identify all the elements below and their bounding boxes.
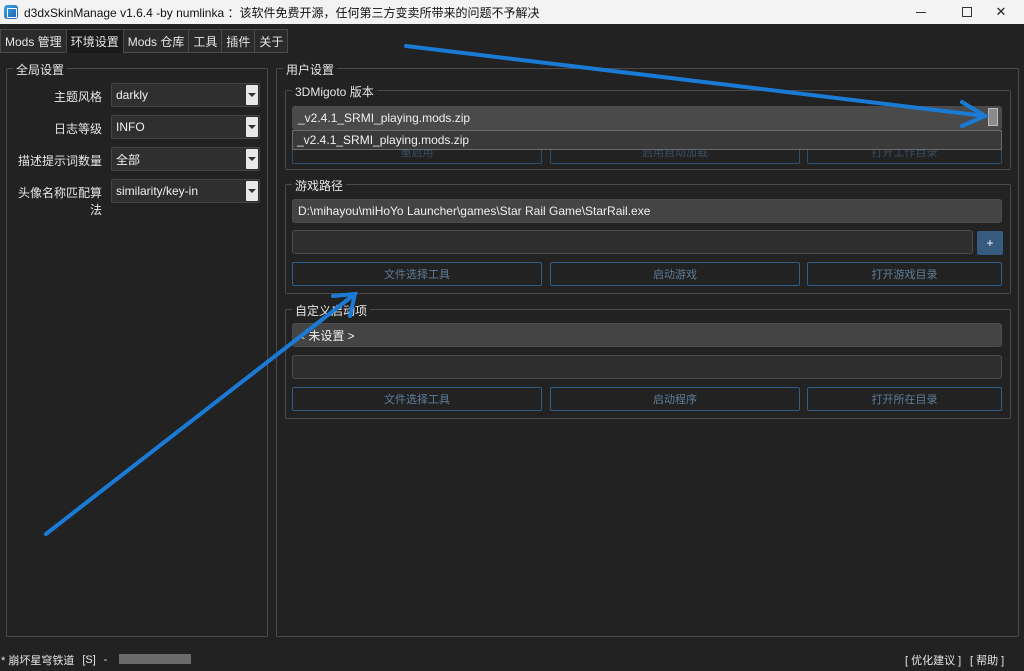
custom-args-field[interactable] bbox=[292, 355, 1002, 379]
chevron-down-icon[interactable] bbox=[246, 149, 258, 169]
log-level-label: 日志等级 bbox=[53, 122, 102, 136]
migoto-group-title: 3DMigoto 版本 bbox=[292, 83, 377, 100]
minimize-icon bbox=[916, 11, 926, 13]
tab-mods-repository[interactable]: Mods 仓库 bbox=[122, 29, 190, 53]
theme-select[interactable]: darkly bbox=[111, 83, 260, 107]
status-progress-bar bbox=[119, 654, 191, 664]
hint-count-value: 全部 bbox=[116, 152, 141, 167]
chevron-down-icon[interactable] bbox=[246, 181, 258, 201]
tab-environment-settings[interactable]: 环境设置 bbox=[65, 29, 124, 53]
help-link[interactable]: [ 帮助 ] bbox=[970, 648, 1004, 671]
global-settings-title: 全局设置 bbox=[13, 61, 68, 78]
custom-launch-field[interactable]: < 未设置 > bbox=[292, 323, 1002, 347]
launch-program-button[interactable]: 启动程序 bbox=[550, 387, 800, 411]
chevron-down-icon[interactable] bbox=[246, 117, 258, 137]
close-icon: ✕ bbox=[995, 4, 1007, 19]
hint-count-select[interactable]: 全部 bbox=[111, 147, 260, 171]
migoto-version-select[interactable]: _v2.4.1_SRMI_playing.mods.zip bbox=[292, 106, 1002, 130]
suggestion-link[interactable]: [ 优化建议 ] bbox=[905, 648, 961, 671]
minimize-button[interactable] bbox=[898, 0, 944, 24]
game-args-field[interactable] bbox=[292, 230, 973, 254]
open-program-dir-button[interactable]: 打开所在目录 bbox=[807, 387, 1002, 411]
status-mode: [S] bbox=[82, 653, 96, 666]
theme-value: darkly bbox=[116, 88, 149, 102]
game-path-field[interactable]: D:\mihayou\miHoYo Launcher\games\Star Ra… bbox=[292, 199, 1002, 223]
avatar-match-select[interactable]: similarity/key-in bbox=[111, 179, 260, 203]
game-path-title: 游戏路径 bbox=[292, 177, 347, 194]
title-bar: d3dxSkinManage v1.6.4 -by numlinka ：该软件免… bbox=[0, 0, 1024, 24]
custom-file-picker-button[interactable]: 文件选择工具 bbox=[292, 387, 542, 411]
game-path-value: D:\mihayou\miHoYo Launcher\games\Star Ra… bbox=[298, 204, 651, 218]
add-args-button[interactable]: + bbox=[977, 231, 1003, 255]
custom-launch-value: < 未设置 > bbox=[298, 328, 355, 343]
tab-tools[interactable]: 工具 bbox=[188, 29, 223, 53]
custom-launch-title: 自定义启动项 bbox=[292, 302, 371, 319]
launch-game-button[interactable]: 启动游戏 bbox=[550, 262, 800, 286]
tab-bar: Mods 管理 环境设置 Mods 仓库 工具 插件 关于 bbox=[0, 29, 289, 53]
migoto-dropdown-item[interactable]: _v2.4.1_SRMI_playing.mods.zip bbox=[292, 130, 1002, 150]
app-icon bbox=[4, 5, 18, 19]
avatar-match-label: 头像名称匹配算法 bbox=[17, 186, 102, 217]
open-game-dir-button[interactable]: 打开游戏目录 bbox=[807, 262, 1002, 286]
status-game: * 崩坏星穹铁道 bbox=[1, 654, 75, 667]
dropdown-scroll-handle[interactable] bbox=[988, 108, 998, 126]
theme-label: 主题风格 bbox=[53, 90, 102, 104]
game-file-picker-button[interactable]: 文件选择工具 bbox=[292, 262, 542, 286]
tab-mods-manage[interactable]: Mods 管理 bbox=[0, 29, 67, 53]
avatar-match-value: similarity/key-in bbox=[116, 184, 199, 198]
status-dash: - bbox=[103, 653, 108, 666]
hint-count-label: 描述提示词数量 bbox=[17, 154, 102, 168]
migoto-version-value: _v2.4.1_SRMI_playing.mods.zip bbox=[298, 111, 471, 125]
tab-plugins[interactable]: 插件 bbox=[221, 29, 256, 53]
chevron-down-icon[interactable] bbox=[246, 85, 258, 105]
tab-about[interactable]: 关于 bbox=[254, 29, 289, 53]
user-settings-title: 用户设置 bbox=[283, 61, 338, 78]
log-level-value: INFO bbox=[116, 120, 145, 134]
log-level-select[interactable]: INFO bbox=[111, 115, 260, 139]
window-title: d3dxSkinManage v1.6.4 -by numlinka ：该软件免… bbox=[24, 5, 540, 20]
close-button[interactable]: ✕ bbox=[978, 0, 1024, 24]
maximize-icon bbox=[962, 7, 972, 17]
